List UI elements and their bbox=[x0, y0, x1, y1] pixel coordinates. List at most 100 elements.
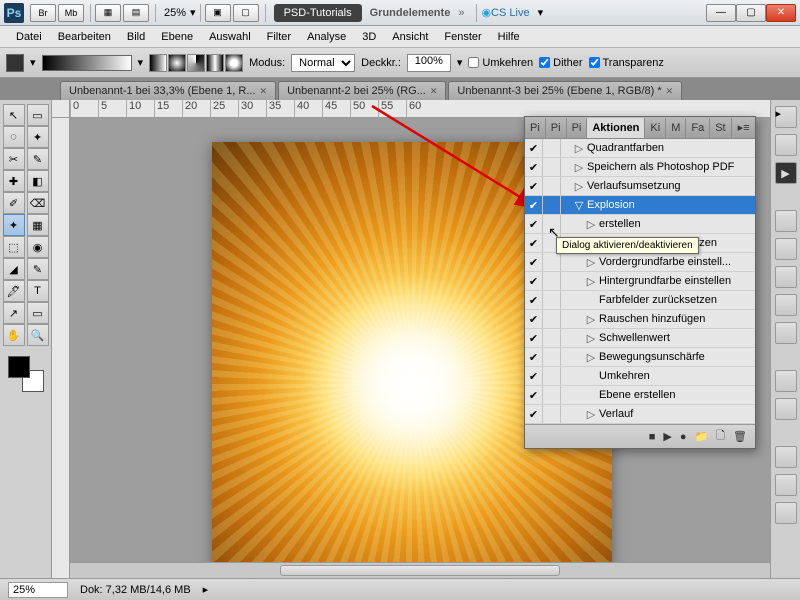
close-icon[interactable]: ✕ bbox=[430, 86, 438, 97]
action-dialog-toggle[interactable] bbox=[543, 291, 561, 309]
action-toggle-checkbox[interactable]: ✔ bbox=[525, 329, 543, 347]
action-row[interactable]: ✔▷Rauschen hinzufügen bbox=[525, 310, 755, 329]
tool-button[interactable]: T bbox=[27, 280, 49, 302]
menu-analyse[interactable]: Analyse bbox=[299, 28, 354, 46]
action-dialog-toggle[interactable] bbox=[543, 367, 561, 385]
menu-hilfe[interactable]: Hilfe bbox=[490, 28, 528, 46]
action-toggle-checkbox[interactable]: ✔ bbox=[525, 177, 543, 195]
panel-tab[interactable]: Pi bbox=[525, 118, 546, 138]
workspace-pill[interactable]: PSD-Tutorials bbox=[274, 4, 362, 22]
panel-menu-icon[interactable]: ▸≡ bbox=[732, 121, 756, 134]
tool-button[interactable]: ◢ bbox=[3, 258, 25, 280]
menu-ansicht[interactable]: Ansicht bbox=[384, 28, 436, 46]
gradient-linear-icon[interactable] bbox=[149, 54, 167, 72]
tool-button[interactable]: ✂ bbox=[3, 148, 25, 170]
action-dialog-toggle[interactable] bbox=[543, 253, 561, 271]
status-menu-icon[interactable]: ▸ bbox=[203, 583, 209, 596]
disclosure-icon[interactable]: ▷ bbox=[585, 408, 597, 421]
disclosure-icon[interactable]: ▷ bbox=[585, 313, 597, 326]
color-swatches[interactable] bbox=[8, 356, 44, 392]
menu-fenster[interactable]: Fenster bbox=[436, 28, 489, 46]
menu-3d[interactable]: 3D bbox=[354, 28, 384, 46]
action-toggle-checkbox[interactable]: ✔ bbox=[525, 139, 543, 157]
action-toggle-checkbox[interactable]: ✔ bbox=[525, 405, 543, 423]
tool-button[interactable]: ✐ bbox=[3, 192, 25, 214]
tool-button[interactable]: ◉ bbox=[27, 236, 49, 258]
disclosure-icon[interactable]: ▷ bbox=[585, 275, 597, 288]
action-dialog-toggle[interactable] bbox=[543, 158, 561, 176]
color-panel-icon[interactable] bbox=[775, 266, 797, 288]
action-toggle-checkbox[interactable]: ✔ bbox=[525, 310, 543, 328]
tool-button[interactable]: ▦ bbox=[27, 214, 49, 236]
dock-expand-icon[interactable]: ▸ bbox=[775, 106, 797, 128]
panel-tab-aktionen[interactable]: Aktionen bbox=[587, 118, 645, 138]
masks-panel-icon[interactable] bbox=[775, 398, 797, 420]
minibridge-button[interactable]: Mb bbox=[58, 4, 84, 22]
action-row[interactable]: ✔Ebene erstellen bbox=[525, 386, 755, 405]
menu-bearbeiten[interactable]: Bearbeiten bbox=[50, 28, 119, 46]
action-toggle-checkbox[interactable]: ✔ bbox=[525, 348, 543, 366]
tool-button[interactable]: ✎ bbox=[27, 148, 49, 170]
tool-button[interactable]: 🔍 bbox=[27, 324, 49, 346]
foreground-swatch[interactable] bbox=[8, 356, 30, 378]
panel-tab[interactable]: St bbox=[710, 118, 731, 138]
layers-panel-icon[interactable] bbox=[775, 446, 797, 468]
panel-tab[interactable]: M bbox=[666, 118, 686, 138]
action-toggle-checkbox[interactable]: ✔ bbox=[525, 386, 543, 404]
tool-button[interactable]: ⌫ bbox=[27, 192, 49, 214]
modus-select[interactable]: Normal bbox=[291, 54, 355, 72]
cslive-button[interactable]: CS Live bbox=[491, 7, 530, 19]
action-row[interactable]: ✔▷Verlaufsumsetzung bbox=[525, 177, 755, 196]
menu-datei[interactable]: Datei bbox=[8, 28, 50, 46]
action-dialog-toggle[interactable] bbox=[543, 139, 561, 157]
action-toggle-checkbox[interactable]: ✔ bbox=[525, 234, 543, 252]
arrange-button[interactable]: ▣ bbox=[205, 4, 231, 22]
action-toggle-checkbox[interactable]: ✔ bbox=[525, 291, 543, 309]
action-dialog-toggle[interactable] bbox=[543, 272, 561, 290]
panel-tab[interactable]: Fa bbox=[686, 118, 710, 138]
tool-button[interactable]: ✦ bbox=[27, 126, 49, 148]
tool-button[interactable]: ⬚ bbox=[3, 236, 25, 258]
play-icon[interactable]: ▶ bbox=[663, 430, 671, 443]
horizontal-scrollbar[interactable] bbox=[70, 562, 770, 578]
disclosure-icon[interactable]: ▷ bbox=[573, 180, 585, 193]
tool-button[interactable]: ↖ bbox=[3, 104, 25, 126]
action-row[interactable]: ✔▽Explosion bbox=[525, 196, 755, 215]
action-dialog-toggle[interactable] bbox=[543, 177, 561, 195]
doc-tab-1[interactable]: Unbenannt-1 bei 33,3% (Ebene 1, R...✕ bbox=[60, 81, 276, 100]
close-icon[interactable]: ✕ bbox=[666, 86, 674, 97]
action-row[interactable]: ✔▷Bewegungsunschärfe bbox=[525, 348, 755, 367]
action-row[interactable]: ✔▷Vordergrundfarbe einstell... bbox=[525, 253, 755, 272]
disclosure-icon[interactable]: ▷ bbox=[585, 332, 597, 345]
tool-button[interactable]: ▭ bbox=[27, 104, 49, 126]
gradient-angle-icon[interactable] bbox=[187, 54, 205, 72]
tool-button[interactable]: ✦ bbox=[3, 214, 25, 236]
menu-bild[interactable]: Bild bbox=[119, 28, 153, 46]
action-row[interactable]: ✔Umkehren bbox=[525, 367, 755, 386]
styles-panel-icon[interactable] bbox=[775, 322, 797, 344]
close-button[interactable]: ✕ bbox=[766, 4, 796, 22]
menu-filter[interactable]: Filter bbox=[259, 28, 299, 46]
dither-checkbox[interactable]: Dither bbox=[539, 57, 582, 69]
panel-tab[interactable]: Pi bbox=[546, 118, 567, 138]
action-row[interactable]: ✔Farbfelder zurücksetzen bbox=[525, 291, 755, 310]
action-toggle-checkbox[interactable]: ✔ bbox=[525, 215, 543, 233]
disclosure-icon[interactable]: ▷ bbox=[585, 218, 597, 231]
action-dialog-toggle[interactable] bbox=[543, 196, 561, 214]
adjustments-panel-icon[interactable] bbox=[775, 370, 797, 392]
action-dialog-toggle[interactable] bbox=[543, 310, 561, 328]
trash-icon[interactable]: 🗑 bbox=[733, 430, 747, 443]
history-panel-icon[interactable] bbox=[775, 134, 797, 156]
minibridge-panel-icon[interactable] bbox=[775, 238, 797, 260]
action-row[interactable]: ✔▷Hintergrundfarbe einstellen bbox=[525, 272, 755, 291]
panel-tab[interactable]: Ki bbox=[645, 118, 666, 138]
action-row[interactable]: ✔▷Verlauf bbox=[525, 405, 755, 424]
doc-tab-2[interactable]: Unbenannt-2 bei 25% (RG...✕ bbox=[278, 81, 446, 100]
transparenz-checkbox[interactable]: Transparenz bbox=[589, 57, 664, 69]
minimize-button[interactable]: — bbox=[706, 4, 736, 22]
action-toggle-checkbox[interactable]: ✔ bbox=[525, 196, 543, 214]
action-toggle-checkbox[interactable]: ✔ bbox=[525, 253, 543, 271]
gradient-preview[interactable] bbox=[42, 55, 132, 71]
zoom-level-label[interactable]: 25% bbox=[160, 7, 190, 19]
ruler-vertical[interactable] bbox=[52, 118, 70, 578]
